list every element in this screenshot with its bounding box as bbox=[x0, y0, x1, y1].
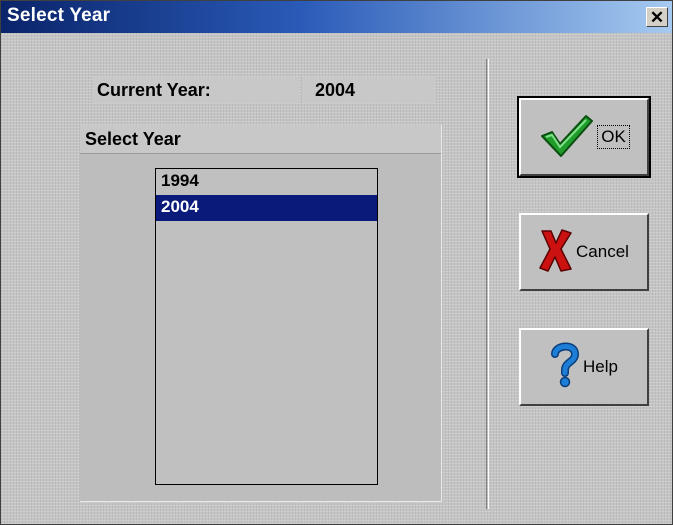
cancel-button-label: Cancel bbox=[576, 242, 629, 261]
year-listbox[interactable]: 1994 2004 bbox=[155, 168, 378, 485]
close-icon: ✕ bbox=[649, 7, 665, 27]
ok-button[interactable]: OK bbox=[517, 96, 651, 178]
current-year-label: Current Year: bbox=[94, 77, 299, 103]
close-button[interactable]: ✕ bbox=[646, 7, 668, 27]
help-button-label: Help bbox=[583, 357, 618, 376]
cancel-button[interactable]: Cancel bbox=[519, 213, 649, 291]
red-x-icon bbox=[539, 227, 573, 278]
checkmark-icon bbox=[538, 112, 594, 163]
window-title: Select Year bbox=[7, 5, 111, 26]
current-year-value: 2004 bbox=[302, 77, 435, 103]
ok-button-label: OK bbox=[597, 125, 630, 149]
list-item-year-2004[interactable]: 2004 bbox=[156, 195, 377, 221]
vertical-divider bbox=[486, 59, 489, 509]
select-year-dialog: Select Year ✕ Current Year: 2004 Select … bbox=[0, 0, 673, 525]
list-item-year-1994[interactable]: 1994 bbox=[156, 169, 377, 195]
help-button[interactable]: Help bbox=[519, 328, 649, 406]
select-year-group: Select Year 1994 2004 bbox=[80, 125, 442, 502]
group-title: Select Year bbox=[80, 125, 441, 154]
title-bar[interactable]: Select Year ✕ bbox=[1, 1, 672, 33]
question-mark-icon bbox=[550, 342, 580, 393]
